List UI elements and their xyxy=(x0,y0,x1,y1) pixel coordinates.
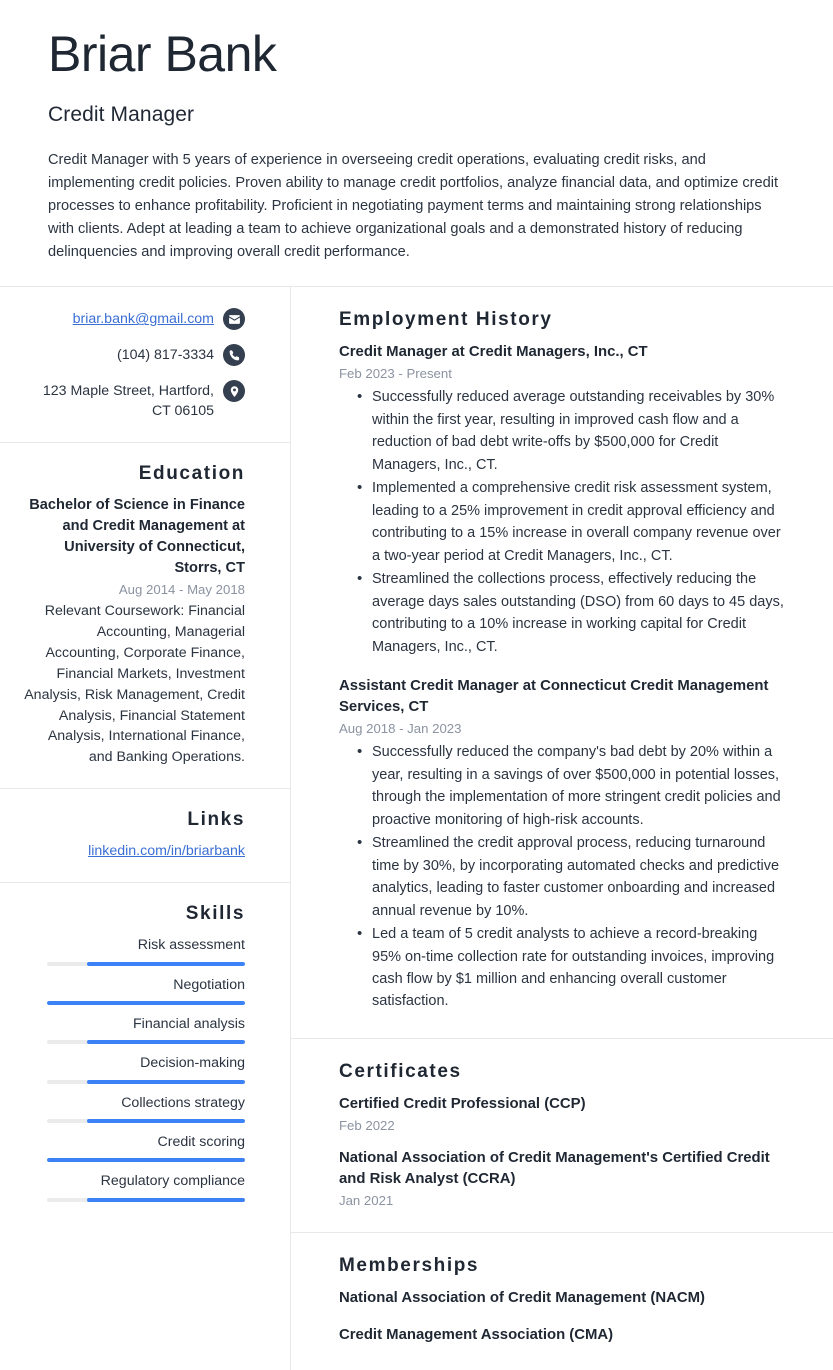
contact-email-row: briar.bank@gmail.com xyxy=(22,307,245,331)
certificate-entry-date: Feb 2022 xyxy=(339,1118,395,1134)
skill-level-bar xyxy=(47,1001,245,1006)
links-section: Links linkedin.com/in/briarbank xyxy=(0,789,290,884)
page-title: Briar Bank xyxy=(48,26,277,82)
employment-section: Employment History Credit Manager at Cre… xyxy=(291,287,833,1039)
employment-entry: Credit Manager at Credit Managers, Inc.,… xyxy=(339,342,785,658)
main-column: Employment History Credit Manager at Cre… xyxy=(291,287,833,1370)
skill-level-bar xyxy=(47,1197,245,1202)
skill-level-fill xyxy=(86,1040,245,1045)
skill-level-fill xyxy=(86,1197,245,1202)
education-heading: Education xyxy=(138,462,245,484)
links-heading: Links xyxy=(187,809,245,831)
skill-label: Regulatory compliance xyxy=(100,1173,245,1190)
contact-address-text: 123 Maple Street, Hartford, CT 06105 xyxy=(42,383,214,420)
employment-entry-title: Assistant Credit Manager at Connecticut … xyxy=(339,678,769,716)
certificate-entry: National Association of Credit Managemen… xyxy=(339,1148,785,1208)
employment-entry: Assistant Credit Manager at Connecticut … xyxy=(339,676,785,1013)
list-item: Successfully reduced the company's bad d… xyxy=(357,740,785,831)
list-item: Led a team of 5 credit analysts to achie… xyxy=(357,922,785,1013)
skill-level-fill xyxy=(86,961,245,966)
skill-level-fill xyxy=(47,1001,245,1006)
location-pin-icon xyxy=(223,380,245,403)
certificate-entry-date: Jan 2021 xyxy=(339,1193,394,1209)
skill-label: Negotiation xyxy=(173,976,245,993)
skill-item: Financial analysis xyxy=(22,1014,245,1045)
list-item: linkedin.com/in/briarbank xyxy=(22,841,245,862)
employment-entry-date: Feb 2023 - Present xyxy=(339,366,452,382)
skill-label: Credit scoring xyxy=(157,1133,245,1150)
employment-heading: Employment History xyxy=(339,309,553,331)
skill-level-fill xyxy=(47,1158,245,1163)
education-description: Relevant Coursework: Financial Accountin… xyxy=(24,603,245,766)
memberships-section: Memberships National Association of Cred… xyxy=(291,1233,833,1369)
employment-bullet-list: Successfully reduced the company's bad d… xyxy=(339,740,785,1013)
skill-label: Collections strategy xyxy=(121,1094,245,1111)
skill-level-bar xyxy=(47,1158,245,1163)
professional-summary: Credit Manager with 5 years of experienc… xyxy=(48,152,779,261)
membership-entry-title: National Association of Credit Managemen… xyxy=(339,1290,705,1307)
skill-level-bar xyxy=(47,961,245,966)
skill-level-bar xyxy=(47,1079,245,1084)
contact-phone-row: (104) 817-3334 xyxy=(22,343,245,367)
skill-level-fill xyxy=(86,1118,245,1123)
skills-section: Skills Risk assessment Negotiation Financi… xyxy=(0,883,290,1221)
certificate-entry-title: Certified Credit Professional (CCP) xyxy=(339,1095,586,1112)
contact-address-row: 123 Maple Street, Hartford, CT 06105 xyxy=(22,379,245,421)
contact-section: briar.bank@gmail.com (104) 817-3334 123 … xyxy=(0,287,290,443)
skill-label: Decision-making xyxy=(140,1055,245,1072)
list-item: Successfully reduced average outstanding… xyxy=(357,385,785,476)
certificates-list: Certified Credit Professional (CCP) Feb 2… xyxy=(339,1094,785,1208)
list-item: Streamlined the collections process, eff… xyxy=(357,567,785,658)
skill-item: Credit scoring xyxy=(22,1132,245,1163)
skill-item: Decision-making xyxy=(22,1053,245,1084)
education-degree: Bachelor of Science in Finance and Credi… xyxy=(29,496,245,577)
certificates-heading: Certificates xyxy=(339,1060,462,1082)
resume-header: Briar Bank Credit Manager Credit Manager… xyxy=(0,0,833,286)
membership-entry: National Association of Credit Managemen… xyxy=(339,1288,785,1309)
education-section: Education Bachelor of Science in Finance… xyxy=(0,443,290,790)
memberships-list: National Association of Credit Managemen… xyxy=(339,1288,785,1345)
memberships-heading: Memberships xyxy=(339,1255,480,1277)
skill-item: Collections strategy xyxy=(22,1093,245,1123)
skill-level-bar xyxy=(47,1118,245,1123)
skills-list: Risk assessment Negotiation Financial anal… xyxy=(22,935,245,1202)
employment-entry-date: Aug 2018 - Jan 2023 xyxy=(339,721,462,737)
job-title: Credit Manager xyxy=(48,103,195,126)
skill-item: Risk assessment xyxy=(22,935,245,966)
skill-label: Financial analysis xyxy=(133,1016,245,1033)
envelope-icon xyxy=(223,308,245,331)
skills-heading: Skills xyxy=(185,903,245,925)
employment-bullet-list: Successfully reduced average outstanding… xyxy=(339,385,785,658)
certificate-entry-title: National Association of Credit Managemen… xyxy=(339,1150,770,1188)
linkedin-link[interactable]: linkedin.com/in/briarbank xyxy=(88,843,245,859)
employment-list: Credit Manager at Credit Managers, Inc.,… xyxy=(339,342,785,1013)
resume-body: briar.bank@gmail.com (104) 817-3334 123 … xyxy=(0,287,833,1370)
list-item: Streamlined the credit approval process,… xyxy=(357,831,785,922)
skill-label: Risk assessment xyxy=(137,937,245,954)
skill-item: Negotiation xyxy=(22,975,245,1006)
skill-level-bar xyxy=(47,1040,245,1045)
skill-item: Regulatory compliance xyxy=(22,1171,245,1202)
resume-page: Briar Bank Credit Manager Credit Manager… xyxy=(0,0,833,1370)
sidebar-column: briar.bank@gmail.com (104) 817-3334 123 … xyxy=(0,287,291,1370)
certificates-section: Certificates Certified Credit Profession… xyxy=(291,1039,833,1234)
phone-icon xyxy=(223,344,245,367)
education-date: Aug 2014 - May 2018 xyxy=(118,582,245,598)
contact-phone-text: (104) 817-3334 xyxy=(116,347,214,364)
membership-entry-title: Credit Management Association (CMA) xyxy=(339,1326,614,1343)
contact-email-text: briar.bank@gmail.com xyxy=(73,307,214,329)
employment-entry-title: Credit Manager at Credit Managers, Inc.,… xyxy=(339,344,648,361)
email-link[interactable]: briar.bank@gmail.com xyxy=(73,311,214,327)
certificate-entry: Certified Credit Professional (CCP) Feb 2… xyxy=(339,1094,785,1133)
list-item: Implemented a comprehensive credit risk … xyxy=(357,476,785,567)
skill-level-fill xyxy=(86,1079,245,1084)
membership-entry: Credit Management Association (CMA) xyxy=(339,1325,785,1346)
